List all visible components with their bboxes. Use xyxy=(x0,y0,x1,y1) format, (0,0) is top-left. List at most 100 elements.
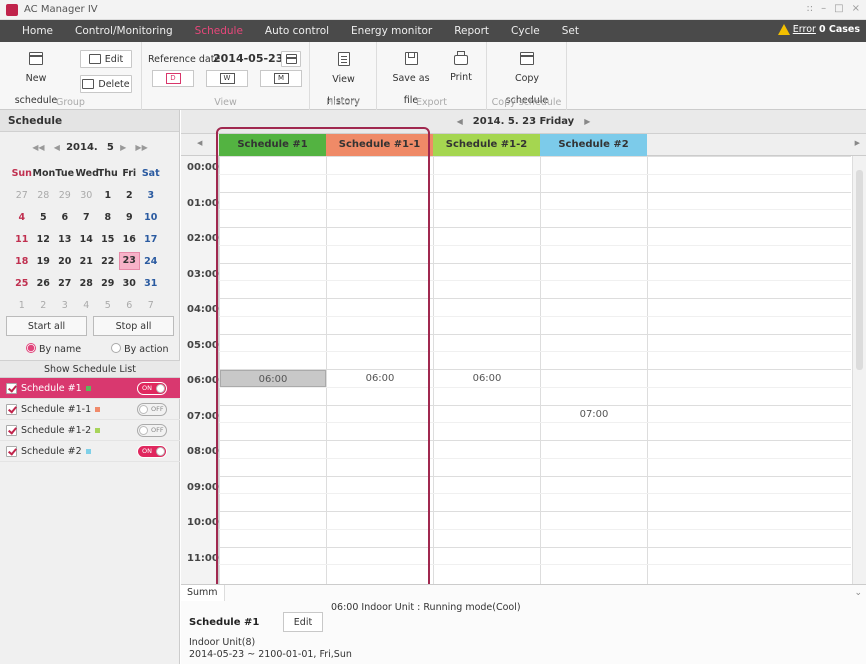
maximize-icon[interactable]: □ xyxy=(834,3,843,14)
calendar-day[interactable]: 4 xyxy=(11,212,33,223)
schedule-toggle[interactable]: OFF xyxy=(137,403,167,416)
calendar-day[interactable]: 18 xyxy=(11,256,33,267)
next-day-icon[interactable]: ▶ xyxy=(584,117,590,126)
prev-month-icon[interactable]: ◀ xyxy=(54,143,60,152)
calendar-day[interactable]: 7 xyxy=(140,300,162,311)
calendar-day[interactable]: 30 xyxy=(119,278,141,289)
next-year-icon[interactable]: ▶▶ xyxy=(135,143,147,152)
menu-energy-monitor[interactable]: Energy monitor xyxy=(340,20,443,42)
calendar-day[interactable]: 23 xyxy=(118,252,140,270)
menu-cycle[interactable]: Cycle xyxy=(500,20,551,42)
calendar-day[interactable]: 24 xyxy=(140,256,162,267)
calendar-day[interactable]: 3 xyxy=(140,190,162,201)
calendar-day[interactable]: 11 xyxy=(11,234,33,245)
prev-day-icon[interactable]: ◀ xyxy=(457,117,463,126)
calendar-day[interactable]: 29 xyxy=(97,278,119,289)
calendar-day[interactable]: 16 xyxy=(119,234,141,245)
menu-home[interactable]: Home xyxy=(0,20,64,42)
error-indicator[interactable]: Error 0 Cases xyxy=(777,24,860,35)
calendar-day[interactable]: 1 xyxy=(11,300,33,311)
calendar-day[interactable]: 6 xyxy=(54,212,76,223)
by-action-radio[interactable]: By action xyxy=(111,343,169,355)
checkbox-checked-icon[interactable] xyxy=(6,383,17,394)
calendar-day[interactable]: 29 xyxy=(54,190,76,201)
schedule-list-item[interactable]: Schedule #1-1 OFF xyxy=(0,399,180,420)
calendar-day[interactable]: 13 xyxy=(54,234,76,245)
reference-date-value[interactable]: 2014-05-23 xyxy=(213,52,283,65)
calendar-day[interactable]: 26 xyxy=(33,278,55,289)
menu-schedule[interactable]: Schedule xyxy=(184,20,254,42)
next-month-icon[interactable]: ▶ xyxy=(120,143,126,152)
calendar-day[interactable]: 5 xyxy=(33,212,55,223)
schedule-column-header[interactable]: Schedule #1-2 xyxy=(433,134,540,156)
calendar-day[interactable]: 19 xyxy=(33,256,55,267)
checkbox-checked-icon[interactable] xyxy=(6,425,17,436)
schedule-list-item[interactable]: Schedule #1-2 OFF xyxy=(0,420,180,441)
view-month-button[interactable]: M xyxy=(260,70,302,87)
scroll-left-icon[interactable]: ◀ xyxy=(197,139,202,147)
calendar-day[interactable]: 1 xyxy=(97,190,119,201)
checkbox-checked-icon[interactable] xyxy=(6,404,17,415)
prev-year-icon[interactable]: ◀◀ xyxy=(32,143,44,152)
schedule-event[interactable]: 07:00 xyxy=(541,406,647,423)
by-name-radio[interactable]: By name xyxy=(26,343,81,355)
schedule-event[interactable]: 06:00 xyxy=(327,370,433,387)
collapse-icon[interactable]: ⌄ xyxy=(854,588,862,598)
show-schedule-list-header[interactable]: Show Schedule List xyxy=(0,360,180,378)
vertical-scrollbar[interactable] xyxy=(852,156,866,584)
calendar-day[interactable]: 17 xyxy=(140,234,162,245)
calendar-day[interactable]: 3 xyxy=(54,300,76,311)
calendar-day[interactable]: 10 xyxy=(140,212,162,223)
print-button[interactable]: Print xyxy=(443,51,479,87)
calendar-day[interactable]: 22 xyxy=(97,256,119,267)
calendar-day[interactable]: 9 xyxy=(119,212,141,223)
calendar-day[interactable]: 5 xyxy=(97,300,119,311)
checkbox-checked-icon[interactable] xyxy=(6,446,17,457)
edit-button[interactable]: Edit xyxy=(80,50,132,68)
calendar-day[interactable]: 15 xyxy=(97,234,119,245)
fullscreen-icon[interactable]: :: xyxy=(806,3,813,14)
calendar-day[interactable]: 6 xyxy=(119,300,141,311)
view-day-button[interactable]: D xyxy=(152,70,194,87)
menu-report[interactable]: Report xyxy=(443,20,500,42)
calendar-day[interactable]: 30 xyxy=(76,190,98,201)
calendar-day[interactable]: 27 xyxy=(54,278,76,289)
delete-button[interactable]: Delete xyxy=(80,75,132,93)
minimize-icon[interactable]: – xyxy=(821,3,826,14)
calendar-day[interactable]: 4 xyxy=(76,300,98,311)
schedule-toggle[interactable]: ON xyxy=(137,382,167,395)
summary-tab[interactable]: Summ xyxy=(181,585,225,601)
schedule-column-header[interactable]: Schedule #1-1 xyxy=(326,134,433,156)
calendar-day[interactable]: 21 xyxy=(76,256,98,267)
menu-auto-control[interactable]: Auto control xyxy=(254,20,340,42)
calendar-day[interactable]: 28 xyxy=(33,190,55,201)
menu-set[interactable]: Set xyxy=(551,20,590,42)
scroll-right-icon[interactable]: ▶ xyxy=(855,139,860,147)
calendar-day[interactable]: 8 xyxy=(97,212,119,223)
view-week-button[interactable]: W xyxy=(206,70,248,87)
calendar-day[interactable]: 31 xyxy=(140,278,162,289)
calendar-day[interactable]: 7 xyxy=(76,212,98,223)
calendar-day[interactable]: 14 xyxy=(76,234,98,245)
calendar-day[interactable]: 2 xyxy=(119,190,141,201)
schedule-list-item[interactable]: Schedule #1 ON xyxy=(0,378,180,399)
calendar-day[interactable]: 27 xyxy=(11,190,33,201)
start-all-button[interactable]: Start all xyxy=(6,316,87,336)
summary-edit-button[interactable]: Edit xyxy=(283,612,323,632)
schedule-column-header[interactable]: Schedule #1 xyxy=(219,134,326,156)
schedule-event[interactable]: 06:00 xyxy=(434,370,540,387)
schedule-list-item[interactable]: Schedule #2 ON xyxy=(0,441,180,462)
calendar-day[interactable]: 20 xyxy=(54,256,76,267)
calendar-day[interactable]: 12 xyxy=(33,234,55,245)
calendar-day[interactable]: 25 xyxy=(11,278,33,289)
menu-control-monitoring[interactable]: Control/Monitoring xyxy=(64,20,184,42)
schedule-toggle[interactable]: ON xyxy=(137,445,167,458)
stop-all-button[interactable]: Stop all xyxy=(93,316,174,336)
calendar-day[interactable]: 28 xyxy=(76,278,98,289)
scrollbar-thumb[interactable] xyxy=(856,170,863,370)
schedule-column-header[interactable]: Schedule #2 xyxy=(540,134,647,156)
calendar-day[interactable]: 2 xyxy=(33,300,55,311)
close-icon[interactable]: × xyxy=(852,3,860,14)
schedule-toggle[interactable]: OFF xyxy=(137,424,167,437)
schedule-event[interactable]: 06:00 xyxy=(220,370,326,387)
